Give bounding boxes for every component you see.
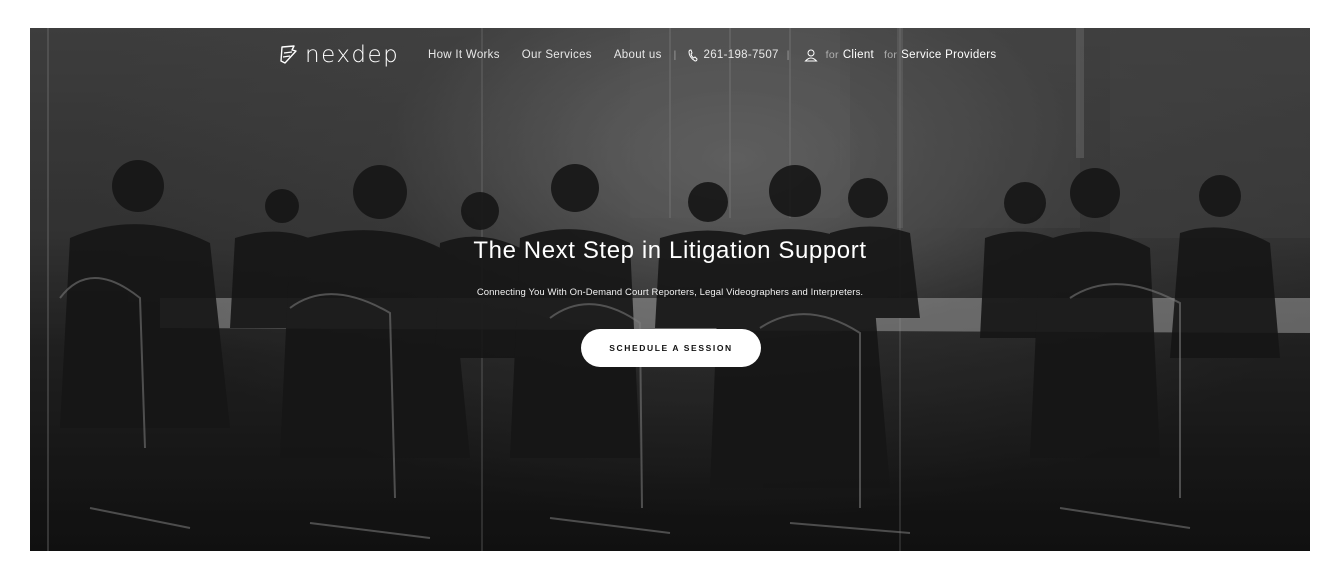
user-icon (804, 49, 818, 62)
hero-headline: The Next Step in Litigation Support (473, 237, 867, 264)
nav-link-our-services[interactable]: Our Services (522, 49, 592, 61)
hero-subheadline: Connecting You With On-Demand Court Repo… (476, 287, 864, 298)
nav-links: How It Works Our Services About us | 261… (428, 48, 1006, 62)
top-navigation: nexdep How It Works Our Services About u… (30, 28, 1310, 84)
account-menu[interactable] (804, 48, 818, 62)
page: nexdep How It Works Our Services About u… (0, 0, 1340, 580)
nexdep-logo-mark-icon (280, 45, 297, 64)
brand-logo[interactable]: nexdep (279, 42, 399, 68)
for-client-link[interactable]: Client (843, 49, 874, 61)
brand-name: nexdep (305, 42, 400, 68)
nav-link-about-us[interactable]: About us (614, 49, 662, 61)
phone-link[interactable]: 261-198-7507 (687, 48, 779, 62)
for-label: for (884, 49, 898, 61)
nav-link-how-it-works[interactable]: How It Works (428, 49, 500, 61)
hero-section: nexdep How It Works Our Services About u… (30, 28, 1310, 551)
schedule-session-button[interactable]: SCHEDULE A SESSION (581, 329, 761, 367)
phone-number: 261-198-7507 (703, 49, 779, 61)
nav-divider: | (786, 49, 790, 61)
phone-icon (688, 48, 698, 62)
nav-divider: | (673, 49, 677, 61)
for-service-providers-link[interactable]: Service Providers (901, 49, 996, 61)
for-label: for (825, 49, 839, 61)
